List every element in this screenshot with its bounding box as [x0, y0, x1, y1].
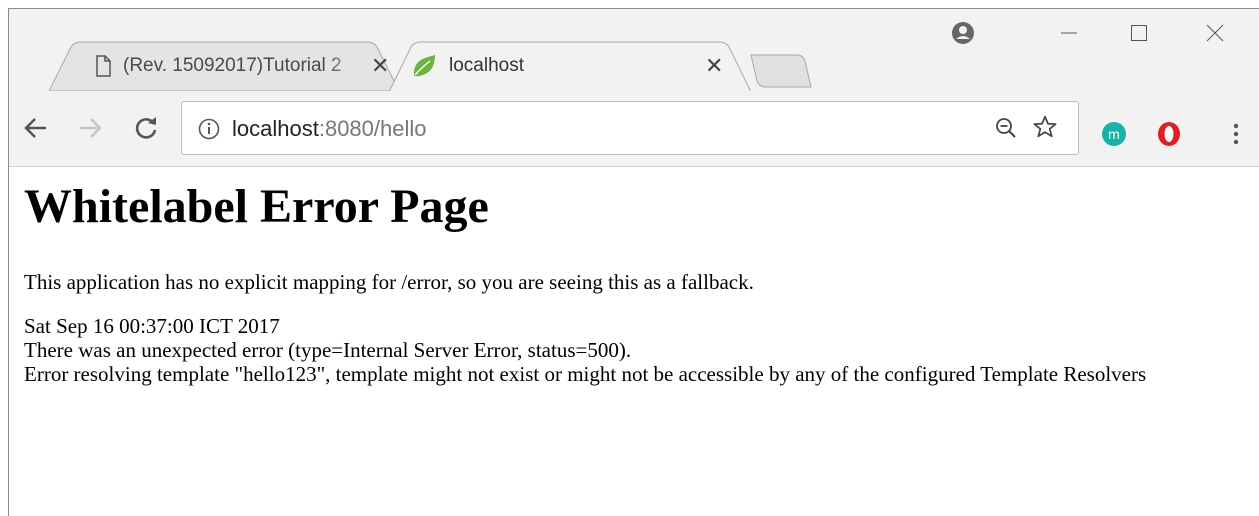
opera-icon[interactable]	[1154, 119, 1184, 149]
minimize-icon[interactable]	[1049, 13, 1089, 53]
kebab-menu-icon[interactable]	[1221, 119, 1251, 149]
error-detail: Error resolving template "hello123", tem…	[24, 362, 1147, 386]
url-host: localhost	[232, 116, 319, 141]
toolbar: localhost:8080/hello m	[9, 91, 1259, 167]
page-icon	[91, 54, 115, 78]
maximize-icon[interactable]	[1119, 13, 1159, 53]
star-icon[interactable]	[1032, 114, 1058, 145]
zoom-icon[interactable]	[994, 116, 1018, 145]
browser-window: (Rev. 15092017)Tutorial 2 ✕ localhost ✕	[8, 8, 1259, 516]
svg-text:m: m	[1108, 126, 1120, 142]
forward-arrow-icon[interactable]	[75, 113, 105, 143]
reload-icon[interactable]	[131, 113, 161, 143]
close-icon[interactable]	[1195, 13, 1235, 53]
page-content: Whitelabel Error Page This application h…	[24, 177, 1254, 386]
info-icon[interactable]	[198, 118, 220, 145]
error-type: There was an unexpected error (type=Inte…	[24, 338, 632, 362]
new-tab-button[interactable]	[749, 53, 813, 89]
tab-localhost[interactable]: localhost ✕	[389, 41, 751, 92]
tab-strip: (Rev. 15092017)Tutorial 2 ✕ localhost ✕	[9, 9, 1259, 92]
m-extension-icon[interactable]: m	[1099, 119, 1129, 149]
account-icon[interactable]	[945, 13, 981, 53]
url-text[interactable]: localhost:8080/hello	[232, 116, 427, 142]
tab-title: localhost	[449, 55, 524, 76]
address-bar[interactable]: localhost:8080/hello	[181, 101, 1079, 155]
spring-leaf-icon	[411, 54, 435, 78]
tab-title: (Rev. 15092017)Tutorial 2	[123, 55, 342, 76]
error-timestamp: Sat Sep 16 00:37:00 ICT 2017	[24, 314, 280, 338]
back-arrow-icon[interactable]	[21, 113, 51, 143]
tab-close-button[interactable]: ✕	[371, 54, 389, 78]
fallback-message: This application has no explicit mapping…	[24, 270, 754, 294]
tab-close-button[interactable]: ✕	[705, 54, 723, 78]
tab-tutorial[interactable]: (Rev. 15092017)Tutorial 2 ✕	[49, 41, 399, 91]
page-title: Whitelabel Error Page	[24, 180, 489, 233]
url-path: :8080/hello	[318, 116, 427, 141]
